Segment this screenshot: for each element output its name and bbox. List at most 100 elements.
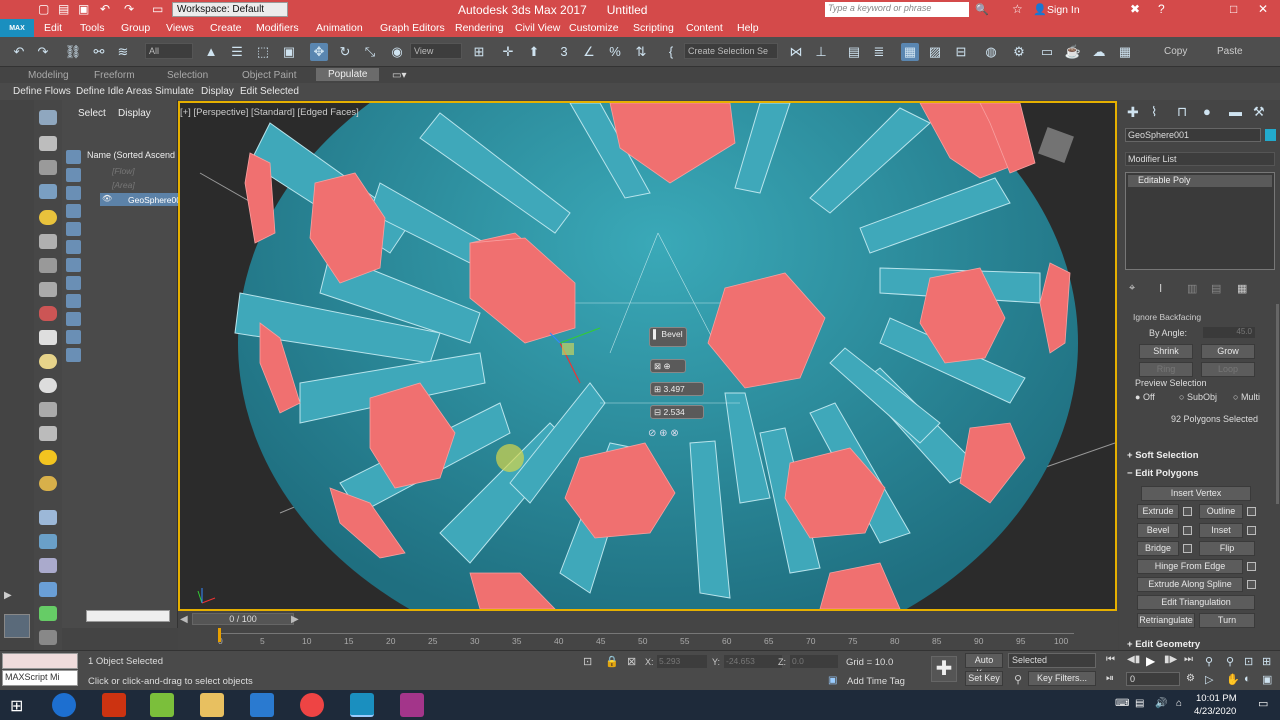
ribbon-tab-freeform[interactable]: Freeform bbox=[94, 70, 135, 81]
select-and-rotate-icon[interactable]: ↻ bbox=[336, 43, 354, 61]
ribbon-tab-populate[interactable]: Populate bbox=[316, 68, 380, 81]
extrude-along-spline-button[interactable]: Extrude Along Spline bbox=[1137, 577, 1243, 592]
next-frame-arrow-icon[interactable]: ▶ bbox=[291, 614, 299, 625]
paste-button[interactable]: Paste bbox=[1217, 46, 1243, 57]
keyboard-tray-icon[interactable]: ⌨ bbox=[1115, 698, 1129, 709]
snaps-toggle-icon[interactable]: 3 bbox=[555, 43, 573, 61]
new-file-icon[interactable]: ▢ bbox=[38, 2, 49, 16]
preview-subobj-radio[interactable]: ○ SubObj bbox=[1179, 392, 1217, 402]
edit-polygons-rollout[interactable]: − Edit Polygons bbox=[1127, 468, 1199, 479]
time-tag-icon[interactable]: ▣ bbox=[828, 675, 837, 686]
menu-graph-editors[interactable]: Graph Editors bbox=[380, 22, 445, 34]
configure-sets-icon[interactable]: ▦ bbox=[1237, 282, 1247, 295]
filter-bones-icon[interactable] bbox=[66, 294, 81, 308]
window-maximize-icon[interactable]: □ bbox=[1230, 2, 1237, 16]
system-icon[interactable] bbox=[39, 306, 57, 321]
edit-triangulation-button[interactable]: Edit Triangulation bbox=[1137, 595, 1255, 610]
field-of-view-icon[interactable]: ▷ bbox=[1205, 673, 1213, 686]
grow-button[interactable]: Grow bbox=[1201, 344, 1255, 359]
acrobat-icon[interactable] bbox=[102, 693, 126, 717]
mirror-icon[interactable]: ⋈ bbox=[787, 43, 805, 61]
project-folder-icon[interactable]: ▭ bbox=[152, 2, 163, 16]
bind-space-warp-icon[interactable]: ≋ bbox=[114, 43, 132, 61]
windows-start-icon[interactable]: ⊞ bbox=[10, 696, 23, 716]
render-setup-icon[interactable]: ⚙ bbox=[1010, 43, 1028, 61]
bridge-button[interactable]: Bridge bbox=[1137, 541, 1179, 556]
ignore-backfacing-checkbox[interactable]: Ignore Backfacing bbox=[1133, 312, 1201, 322]
window-close-icon[interactable]: ✕ bbox=[1258, 2, 1268, 16]
select-object-icon[interactable]: ▲ bbox=[202, 43, 220, 61]
mail-icon[interactable] bbox=[250, 693, 274, 717]
shrink-button[interactable]: Shrink bbox=[1139, 344, 1193, 359]
sphere-icon[interactable] bbox=[39, 378, 57, 393]
keyboard-shortcut-toggle-icon[interactable]: ⬆ bbox=[525, 43, 543, 61]
light-bulb-icon[interactable] bbox=[39, 210, 57, 225]
object-color-swatch[interactable] bbox=[1265, 129, 1276, 141]
percent-snap-icon[interactable]: % bbox=[606, 43, 624, 61]
remove-modifier-icon[interactable]: ▤ bbox=[1211, 282, 1221, 295]
filter-shapes-icon[interactable] bbox=[66, 168, 81, 182]
current-frame-field[interactable]: 0 bbox=[1126, 672, 1180, 686]
zoom-all-icon[interactable]: ⚲ bbox=[1226, 655, 1234, 668]
by-angle-label[interactable]: By Angle: bbox=[1149, 328, 1187, 338]
edit-geometry-rollout[interactable]: + Edit Geometry bbox=[1127, 639, 1200, 650]
maxscript-mini-listener[interactable]: MAXScript Mi bbox=[2, 670, 78, 686]
time-slider[interactable]: 0 / 100 bbox=[192, 613, 294, 625]
curve-editor-icon[interactable]: ▨ bbox=[926, 43, 944, 61]
sketch-app-icon[interactable] bbox=[150, 693, 174, 717]
hinge-settings-icon[interactable] bbox=[1247, 562, 1256, 571]
unlink-icon[interactable]: ⚯ bbox=[90, 43, 108, 61]
timeline-ruler[interactable]: 0 5 10 15 20 25 30 35 40 45 50 55 60 65 … bbox=[218, 628, 1074, 647]
extrude-spline-settings-icon[interactable] bbox=[1247, 580, 1256, 589]
go-to-end-icon[interactable]: ⏭ bbox=[1184, 654, 1193, 665]
copy-button[interactable]: Copy bbox=[1164, 46, 1187, 57]
zoom-icon[interactable]: ⚲ bbox=[1205, 655, 1213, 668]
outline-settings-icon[interactable] bbox=[1247, 507, 1256, 516]
zoom-extents-icon[interactable]: ⊡ bbox=[1244, 655, 1253, 668]
extrude-button[interactable]: Extrude bbox=[1137, 504, 1179, 519]
motion-panel-icon[interactable]: ● bbox=[1203, 104, 1211, 119]
modify-panel-icon[interactable]: ⌇ bbox=[1151, 104, 1157, 120]
torus-icon[interactable] bbox=[39, 402, 57, 417]
taskbar-date[interactable]: 4/23/2020 bbox=[1194, 706, 1236, 717]
preview-multi-radio[interactable]: ○ Multi bbox=[1233, 392, 1260, 402]
edit-selected-button[interactable]: Edit Selected bbox=[240, 86, 299, 97]
exchange-icon[interactable]: ✖ bbox=[1130, 2, 1140, 16]
menu-group[interactable]: Group bbox=[121, 22, 150, 34]
paint-icon[interactable] bbox=[39, 534, 57, 549]
perspective-viewport[interactable]: ▌ Bevel ⊠ ⊕ ⊞ 3.497 ⊟ 2.534 ⊘ ⊕ ⊗ bbox=[178, 101, 1117, 611]
x-coordinate-field[interactable]: 5.293 bbox=[657, 655, 707, 668]
soft-selection-rollout[interactable]: + Soft Selection bbox=[1127, 450, 1199, 461]
outline-button[interactable]: Outline bbox=[1199, 504, 1243, 519]
save-icon[interactable]: ▣ bbox=[78, 2, 89, 16]
toggle-ribbon-icon[interactable]: ▦ bbox=[901, 43, 919, 61]
ribbon-tab-object-paint[interactable]: Object Paint bbox=[242, 70, 296, 81]
play-icon[interactable]: ▶ bbox=[1146, 654, 1155, 668]
filter-cameras-icon[interactable] bbox=[66, 204, 81, 218]
language-tray-icon[interactable]: ⌂ bbox=[1176, 698, 1182, 709]
hierarchy-panel-icon[interactable]: ⊓ bbox=[1177, 104, 1187, 120]
insert-vertex-button[interactable]: Insert Vertex bbox=[1141, 486, 1251, 501]
notifications-icon[interactable]: ▭ bbox=[1258, 697, 1268, 710]
by-angle-value[interactable]: 45.0 bbox=[1203, 327, 1255, 338]
create-tool-icon[interactable] bbox=[39, 136, 57, 151]
select-and-place-icon[interactable]: ◉ bbox=[388, 43, 406, 61]
key-mode-toggle-icon[interactable]: ⏯ bbox=[1106, 673, 1114, 684]
taskbar-clock[interactable]: 10:01 PM bbox=[1196, 693, 1237, 704]
ribbon-tab-selection[interactable]: Selection bbox=[167, 70, 208, 81]
absolute-mode-icon[interactable]: ⊠ bbox=[627, 655, 636, 668]
search-icon[interactable]: 🔍 bbox=[975, 3, 989, 16]
undo-icon[interactable]: ↶ bbox=[100, 2, 110, 16]
ribbon-options-icon[interactable]: ▭▾ bbox=[392, 70, 406, 81]
teapot-icon[interactable] bbox=[39, 354, 57, 369]
search-input[interactable]: Type a keyword or phrase bbox=[825, 2, 969, 17]
filter-frozen-icon[interactable] bbox=[66, 330, 81, 344]
sign-in-button[interactable]: Sign In bbox=[1047, 4, 1080, 16]
workspace-dropdown[interactable]: Workspace: Default bbox=[172, 2, 288, 17]
ribbon-tab-modeling[interactable]: Modeling bbox=[28, 70, 69, 81]
particle-icon[interactable] bbox=[39, 510, 57, 525]
manipulate-icon[interactable]: ✛ bbox=[499, 43, 517, 61]
character-icon[interactable] bbox=[39, 558, 57, 573]
preview-off-radio[interactable]: ● Off bbox=[1135, 392, 1155, 402]
isolate-selection-icon[interactable]: ⊡ bbox=[583, 655, 592, 668]
